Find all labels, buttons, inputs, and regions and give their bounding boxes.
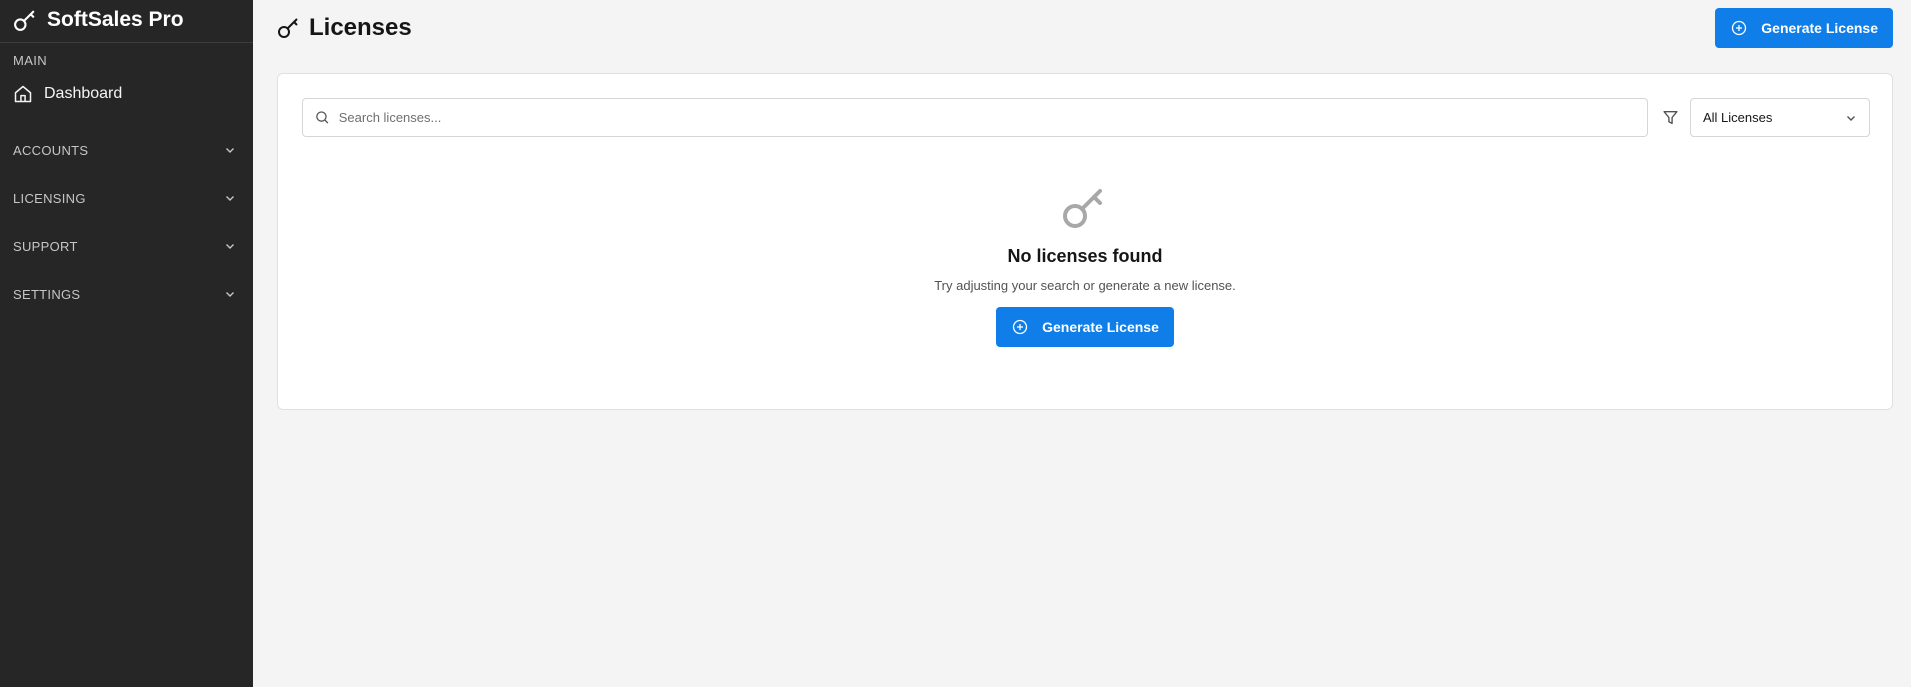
brand-name: SoftSales Pro [47,8,184,31]
home-icon [14,85,32,103]
generate-license-button[interactable]: Generate License [1715,8,1893,48]
sidebar-group-label: SETTINGS [13,286,81,302]
license-filter-value: All Licenses [1703,110,1773,125]
chevron-down-icon [1847,115,1855,121]
sidebar-group-settings[interactable]: SETTINGS [0,270,253,318]
sidebar: SoftSales Pro MAIN Dashboard ACCOUNTS LI… [0,0,253,687]
sidebar-group-label: LICENSING [13,190,86,206]
sidebar-group-label: ACCOUNTS [13,142,89,158]
sidebar-group-support[interactable]: SUPPORT [0,222,253,270]
sidebar-group-label: SUPPORT [13,238,78,254]
search-input[interactable] [338,110,1635,125]
key-icon [278,18,298,38]
generate-license-label: Generate License [1042,319,1159,335]
page-header: Licenses [277,14,412,42]
key-icon [1063,189,1102,228]
sidebar-group-accounts[interactable]: ACCOUNTS [0,126,253,174]
main-content: Licenses Generate License All Licenses [253,0,1911,687]
licenses-card: All Licenses No licenses found Try adjus… [277,73,1893,410]
empty-state-title: No licenses found [1007,246,1163,266]
chevron-down-icon [226,244,234,249]
license-filter-select[interactable]: All Licenses [1690,98,1870,137]
sidebar-item-label: Dashboard [44,85,123,102]
search-box[interactable] [302,98,1648,137]
add-circle-icon [1012,319,1028,335]
chevron-down-icon [226,292,234,297]
filter-icon[interactable] [1662,109,1679,126]
search-icon [316,111,329,124]
key-icon [14,9,35,31]
generate-license-button[interactable]: Generate License [996,307,1174,347]
chevron-down-icon [226,196,234,201]
empty-state-message: Try adjusting your search or generate a … [934,278,1236,293]
page-title: Licenses [309,14,412,41]
brand[interactable]: SoftSales Pro [0,0,253,43]
chevron-down-icon [226,148,234,153]
section-label-main: MAIN [13,53,48,68]
add-circle-icon [1732,20,1747,36]
sidebar-group-licensing[interactable]: LICENSING [0,174,253,222]
generate-license-label: Generate License [1761,20,1878,36]
empty-state: No licenses found Try adjusting your sea… [278,182,1892,347]
sidebar-item-dashboard[interactable]: Dashboard [0,72,253,116]
